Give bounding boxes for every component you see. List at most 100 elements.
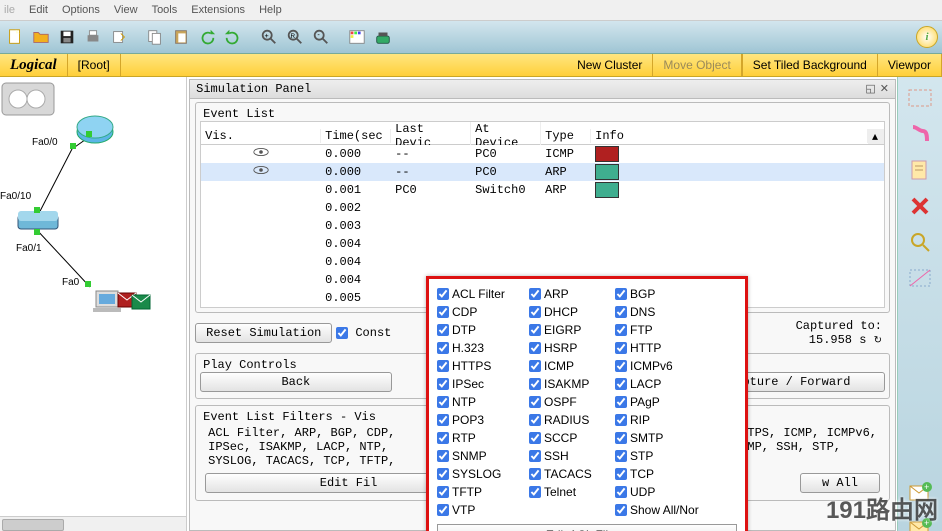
checkbox[interactable] xyxy=(529,378,541,390)
protocol-checkbox-smtp[interactable]: SMTP xyxy=(615,429,725,446)
protocol-checkbox-arp[interactable]: ARP xyxy=(529,285,615,302)
close-icon[interactable]: ✕ xyxy=(880,82,889,96)
checkbox[interactable] xyxy=(615,306,627,318)
protocol-checkbox-ftp[interactable]: FTP xyxy=(615,321,725,338)
protocol-checkbox-icmp[interactable]: ICMP xyxy=(529,357,615,374)
checkbox[interactable] xyxy=(615,378,627,390)
menu-edit[interactable]: Edit xyxy=(29,4,48,16)
canvas-scrollbar[interactable] xyxy=(0,516,186,531)
protocol-checkbox-pop3[interactable]: POP3 xyxy=(437,411,529,428)
place-note-icon[interactable] xyxy=(905,157,935,183)
protocol-checkbox-hsrp[interactable]: HSRP xyxy=(529,339,615,356)
palette-icon[interactable] xyxy=(346,26,368,48)
viewport-button[interactable]: Viewpor xyxy=(878,54,942,76)
checkbox[interactable] xyxy=(437,486,449,498)
logical-tab[interactable]: Logical xyxy=(0,54,68,76)
device-dialog-icon[interactable] xyxy=(372,26,394,48)
col-time[interactable]: Time(sec xyxy=(321,129,391,143)
checkbox[interactable] xyxy=(529,486,541,498)
inspect-tool-icon[interactable] xyxy=(905,229,935,255)
print-icon[interactable] xyxy=(82,26,104,48)
checkbox[interactable] xyxy=(437,360,449,372)
protocol-checkbox-dns[interactable]: DNS xyxy=(615,303,725,320)
menu-tools[interactable]: Tools xyxy=(152,4,178,16)
delete-tool-icon[interactable] xyxy=(905,193,935,219)
root-breadcrumb[interactable]: [Root] xyxy=(68,54,121,76)
protocol-checkbox-rip[interactable]: RIP xyxy=(615,411,725,428)
protocol-checkbox-rtp[interactable]: RTP xyxy=(437,429,529,446)
protocol-checkbox-lacp[interactable]: LACP xyxy=(615,375,725,392)
checkbox[interactable] xyxy=(615,450,627,462)
add-simple-pdu-icon[interactable]: + xyxy=(905,479,935,505)
protocol-checkbox-radius[interactable]: RADIUS xyxy=(529,411,615,428)
col-info[interactable]: Info xyxy=(591,129,868,143)
back-button[interactable]: Back xyxy=(200,372,391,392)
menu-view[interactable]: View xyxy=(114,4,138,16)
checkbox[interactable] xyxy=(615,468,627,480)
table-row[interactable]: 0.000--PC0ICMP xyxy=(201,145,884,163)
protocol-checkbox-dhcp[interactable]: DHCP xyxy=(529,303,615,320)
zoom-out-icon[interactable]: - xyxy=(310,26,332,48)
protocol-checkbox-icmpv6[interactable]: ICMPv6 xyxy=(615,357,725,374)
col-type[interactable]: Type xyxy=(541,129,591,143)
checkbox[interactable] xyxy=(437,378,449,390)
protocol-checkbox-isakmp[interactable]: ISAKMP xyxy=(529,375,615,392)
checkbox[interactable] xyxy=(437,288,449,300)
checkbox[interactable] xyxy=(615,324,627,336)
menu-file[interactable]: ile xyxy=(4,4,15,16)
checkbox[interactable] xyxy=(529,468,541,480)
checkbox[interactable] xyxy=(437,324,449,336)
protocol-checkbox-ssh[interactable]: SSH xyxy=(529,447,615,464)
protocol-checkbox-bgp[interactable]: BGP xyxy=(615,285,725,302)
checkbox[interactable] xyxy=(529,450,541,462)
protocol-checkbox-http[interactable]: HTTP xyxy=(615,339,725,356)
table-row[interactable]: 0.003 xyxy=(201,217,884,235)
checkbox[interactable] xyxy=(437,342,449,354)
menu-extensions[interactable]: Extensions xyxy=(191,4,245,16)
protocol-checkbox-telnet[interactable]: Telnet xyxy=(529,483,615,500)
paste-icon[interactable] xyxy=(170,26,192,48)
protocol-checkbox-ospf[interactable]: OSPF xyxy=(529,393,615,410)
checkbox[interactable] xyxy=(615,504,627,516)
open-folder-icon[interactable] xyxy=(30,26,52,48)
zoom-in-icon[interactable]: + xyxy=(258,26,280,48)
protocol-checkbox-pagp[interactable]: PAgP xyxy=(615,393,725,410)
undock-icon[interactable]: ◱ xyxy=(865,82,875,96)
add-complex-pdu-icon[interactable]: + xyxy=(905,515,935,531)
checkbox[interactable] xyxy=(615,288,627,300)
checkbox[interactable] xyxy=(437,396,449,408)
save-icon[interactable] xyxy=(56,26,78,48)
reset-simulation-button[interactable]: Reset Simulation xyxy=(195,323,332,343)
protocol-checkbox-syslog[interactable]: SYSLOG xyxy=(437,465,529,482)
info-icon[interactable]: i xyxy=(916,26,938,48)
checkbox[interactable] xyxy=(529,360,541,372)
checkbox[interactable] xyxy=(615,360,627,372)
zoom-reset-icon[interactable]: R xyxy=(284,26,306,48)
topology-canvas[interactable]: Fa0/0 Fa0/10 Fa0/1 Fa0 xyxy=(0,77,187,531)
undo-icon[interactable] xyxy=(196,26,218,48)
protocol-checkbox-tacacs[interactable]: TACACS xyxy=(529,465,615,482)
move-tool-icon[interactable] xyxy=(905,121,935,147)
checkbox[interactable] xyxy=(437,306,449,318)
menu-options[interactable]: Options xyxy=(62,4,100,16)
protocol-checkbox-snmp[interactable]: SNMP xyxy=(437,447,529,464)
checkbox[interactable] xyxy=(529,396,541,408)
protocol-checkbox-ntp[interactable]: NTP xyxy=(437,393,529,410)
set-background-button[interactable]: Set Tiled Background xyxy=(742,54,878,76)
copy-icon[interactable] xyxy=(144,26,166,48)
protocol-checkbox-stp[interactable]: STP xyxy=(615,447,725,464)
new-file-icon[interactable] xyxy=(4,26,26,48)
checkbox[interactable] xyxy=(615,342,627,354)
col-vis[interactable]: Vis. xyxy=(201,129,321,143)
checkbox[interactable] xyxy=(437,504,449,516)
checkbox[interactable] xyxy=(615,414,627,426)
table-row[interactable]: 0.004 xyxy=(201,253,884,271)
protocol-checkbox-https[interactable]: HTTPS xyxy=(437,357,529,374)
protocol-checkbox-dtp[interactable]: DTP xyxy=(437,321,529,338)
checkbox[interactable] xyxy=(529,306,541,318)
show-all-none-button[interactable]: w All xyxy=(800,473,880,493)
protocol-checkbox-ipsec[interactable]: IPSec xyxy=(437,375,529,392)
protocol-checkbox-sccp[interactable]: SCCP xyxy=(529,429,615,446)
checkbox[interactable] xyxy=(615,432,627,444)
table-row[interactable]: 0.000--PC0ARP xyxy=(201,163,884,181)
